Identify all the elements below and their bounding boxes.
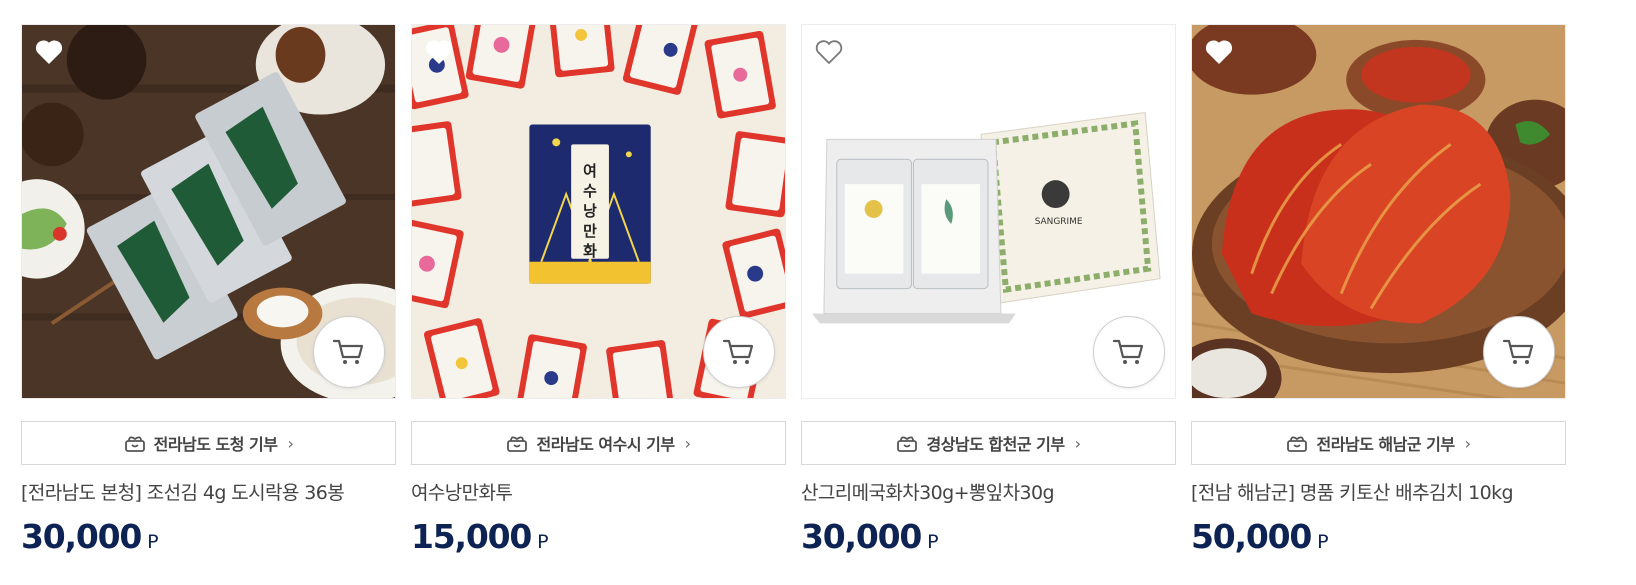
donation-region-button[interactable]: 전라남도 여수시 기부 › xyxy=(411,421,786,465)
product-image[interactable]: 여 수 낭 만 화 xyxy=(411,24,786,399)
product-card[interactable]: 전라남도 해남군 기부 › [전남 해남군] 명품 키토산 배추김치 10kg … xyxy=(1191,24,1566,556)
heart-icon[interactable] xyxy=(34,37,64,67)
chevron-right-icon: › xyxy=(1464,433,1471,453)
product-title[interactable]: [전남 해남군] 명품 키토산 배추김치 10kg xyxy=(1191,478,1566,505)
chevron-right-icon: › xyxy=(1074,433,1081,453)
product-price: 30,000 P xyxy=(801,517,1176,556)
donation-label: 전라남도 도청 기부 xyxy=(153,435,278,454)
heart-icon[interactable] xyxy=(424,37,454,67)
product-price: 15,000 P xyxy=(411,517,786,556)
svg-text:낭: 낭 xyxy=(583,202,597,220)
heart-icon[interactable] xyxy=(814,37,844,67)
heart-icon[interactable] xyxy=(1204,37,1234,67)
chevron-right-icon: › xyxy=(287,433,294,453)
chevron-right-icon: › xyxy=(684,433,691,453)
add-to-cart-button[interactable] xyxy=(703,316,775,388)
price-unit: P xyxy=(1317,531,1329,553)
svg-text:만: 만 xyxy=(583,222,597,240)
gift-icon xyxy=(507,436,528,452)
price-unit: P xyxy=(927,531,939,553)
donation-label: 경상남도 합천군 기부 xyxy=(926,435,1065,454)
price-value: 50,000 xyxy=(1191,517,1312,556)
product-card[interactable]: SANGRIME 경상남도 합천군 기부 › 산그리메국화차30g+뽕잎차30g… xyxy=(801,24,1176,556)
price-value: 15,000 xyxy=(411,517,532,556)
product-grid: 전라남도 도청 기부 › [전라남도 본청] 조선김 4g 도시락용 36봉 3… xyxy=(0,0,1636,585)
product-image[interactable]: SANGRIME xyxy=(801,24,1176,399)
donation-region-button[interactable]: 경상남도 합천군 기부 › xyxy=(801,421,1176,465)
donation-region-button[interactable]: 전라남도 도청 기부 › xyxy=(21,421,396,465)
price-value: 30,000 xyxy=(21,517,142,556)
product-price: 50,000 P xyxy=(1191,517,1566,556)
cart-icon xyxy=(1112,339,1144,364)
price-unit: P xyxy=(147,531,159,553)
gift-icon xyxy=(897,436,918,452)
svg-text:수: 수 xyxy=(583,182,597,200)
donation-region-button[interactable]: 전라남도 해남군 기부 › xyxy=(1191,421,1566,465)
product-price: 30,000 P xyxy=(21,517,396,556)
gift-icon xyxy=(1287,436,1308,452)
cart-icon xyxy=(1502,339,1534,364)
price-unit: P xyxy=(537,531,549,553)
product-title[interactable]: 산그리메국화차30g+뽕잎차30g xyxy=(801,478,1176,505)
product-image[interactable] xyxy=(21,24,396,399)
product-title[interactable]: [전라남도 본청] 조선김 4g 도시락용 36봉 xyxy=(21,478,396,505)
gift-icon xyxy=(124,436,145,452)
add-to-cart-button[interactable] xyxy=(1483,316,1555,388)
donation-label: 전라남도 여수시 기부 xyxy=(536,435,675,454)
add-to-cart-button[interactable] xyxy=(313,316,385,388)
cart-icon xyxy=(332,339,364,364)
price-value: 30,000 xyxy=(801,517,922,556)
product-card[interactable]: 전라남도 도청 기부 › [전라남도 본청] 조선김 4g 도시락용 36봉 3… xyxy=(21,24,396,556)
add-to-cart-button[interactable] xyxy=(1093,316,1165,388)
svg-text:여: 여 xyxy=(583,162,597,180)
svg-text:화: 화 xyxy=(583,242,597,260)
product-title[interactable]: 여수낭만화투 xyxy=(411,478,786,505)
tea-brand-text: SANGRIME xyxy=(1035,217,1083,227)
donation-label: 전라남도 해남군 기부 xyxy=(1316,435,1455,454)
cart-icon xyxy=(722,339,754,364)
product-image[interactable] xyxy=(1191,24,1566,399)
product-card[interactable]: 여 수 낭 만 화 전라남도 여수시 기부 › 여수낭만화투 15,000 P xyxy=(411,24,786,556)
